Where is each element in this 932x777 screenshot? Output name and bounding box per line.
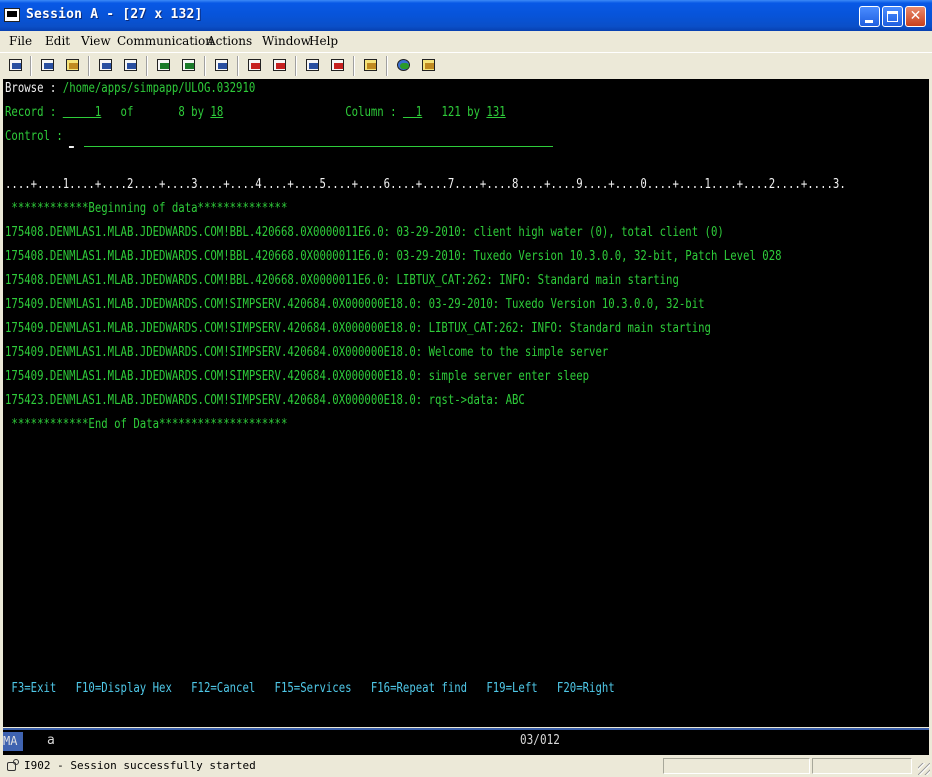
menu-view[interactable]: View [81, 34, 111, 48]
data-line[interactable]: 175409.DENMLAS1.MLAB.JDEDWARDS.COM!SIMPS… [5, 294, 705, 316]
receive-icon[interactable] [121, 56, 141, 76]
maximize-button[interactable] [882, 6, 903, 27]
status-pane [812, 758, 912, 774]
copy-icon[interactable] [38, 56, 58, 76]
macro-icon[interactable] [328, 56, 348, 76]
record-macro-icon[interactable] [245, 56, 265, 76]
browse-row: Browse : /home/apps/simpapp/ULOG.032910 [5, 79, 255, 100]
paste-icon[interactable] [63, 56, 83, 76]
session-letter: a [47, 733, 55, 748]
browse-path: /home/apps/simpapp/ULOG.032910 [62, 81, 256, 96]
record-total: 8 by [178, 105, 204, 120]
control-row: Control : [5, 126, 75, 148]
end-of-data-marker: ************End of Data*****************… [5, 417, 288, 432]
data-line[interactable]: 175408.DENMLAS1.MLAB.JDEDWARDS.COM!BBL.4… [5, 246, 782, 268]
record-input[interactable]: 1 [63, 105, 101, 120]
title-bar[interactable]: Session A - [27 x 132] ✕ [0, 0, 932, 31]
control-input[interactable] [84, 146, 553, 147]
column-label: Column : [345, 105, 397, 120]
record-of-label: of [120, 105, 134, 120]
close-button[interactable]: ✕ [905, 6, 926, 27]
status-bar: I902 - Session successfully started [0, 756, 932, 777]
menu-file[interactable]: File [9, 34, 32, 48]
browse-label: Browse : [5, 81, 57, 96]
clipboard-icon[interactable] [361, 56, 381, 76]
beginning-of-data-marker: ************Beginning of data***********… [5, 201, 288, 216]
record-label: Record : [5, 105, 57, 120]
menu-edit[interactable]: Edit [45, 34, 70, 48]
menu-actions[interactable]: Actions [207, 34, 252, 48]
record-row: Record : 1 of 8 by 18 Column : 1 121 by … [5, 102, 506, 124]
help-icon[interactable] [419, 56, 439, 76]
play-macro-icon[interactable] [270, 56, 290, 76]
color-map-icon[interactable] [179, 56, 199, 76]
connection-icon [6, 759, 20, 772]
terminal-screen[interactable]: Browse : /home/apps/simpapp/ULOG.032910 … [3, 79, 929, 727]
data-line[interactable]: 175408.DENMLAS1.MLAB.JDEDWARDS.COM!BBL.4… [5, 222, 724, 244]
column-width: 131 [486, 105, 506, 120]
emulator-window: Session A - [27 x 132] ✕ File Edit View … [0, 0, 932, 777]
control-label: Control : [5, 129, 63, 144]
close-icon: ✕ [909, 8, 922, 24]
keyboard-map-icon[interactable] [212, 56, 232, 76]
data-line[interactable]: 175409.DENMLAS1.MLAB.JDEDWARDS.COM!SIMPS… [5, 366, 589, 388]
menu-help[interactable]: Help [309, 34, 338, 48]
column-ruler: ....+....1....+....2....+....3....+....4… [5, 177, 846, 192]
globe-icon[interactable] [394, 56, 414, 76]
data-line[interactable]: 175408.DENMLAS1.MLAB.JDEDWARDS.COM!BBL.4… [5, 270, 679, 292]
menu-communication[interactable]: Communication [117, 34, 213, 48]
minimize-button[interactable] [859, 6, 880, 27]
resize-grip-icon[interactable] [918, 763, 930, 775]
session-indicator: MA [3, 732, 23, 751]
column-input[interactable]: 1 [403, 105, 422, 120]
toolbar [0, 52, 932, 79]
window-title: Session A - [27 x 132] [26, 7, 203, 22]
record-width: 18 [210, 105, 224, 120]
text-cursor [69, 146, 75, 148]
stop-macro-icon[interactable] [303, 56, 323, 76]
status-pane [663, 758, 810, 774]
display-icon[interactable] [154, 56, 174, 76]
print-screen-icon[interactable] [6, 56, 26, 76]
data-line[interactable]: 175409.DENMLAS1.MLAB.JDEDWARDS.COM!SIMPS… [5, 318, 711, 340]
data-line[interactable]: 175409.DENMLAS1.MLAB.JDEDWARDS.COM!SIMPS… [5, 342, 608, 364]
status-message: I902 - Session successfully started [24, 759, 256, 772]
send-icon[interactable] [96, 56, 116, 76]
terminal-app-icon[interactable] [4, 8, 20, 22]
cursor-position: 03/012 [520, 733, 560, 748]
menu-window[interactable]: Window [262, 34, 311, 48]
column-total: 121 by [441, 105, 480, 120]
function-key-legend: F3=Exit F10=Display Hex F12=Cancel F15=S… [5, 681, 615, 696]
data-line[interactable]: 175423.DENMLAS1.MLAB.JDEDWARDS.COM!SIMPS… [5, 390, 525, 412]
operator-information-area: MA a 03/012 [3, 728, 929, 755]
menu-bar: File Edit View Communication Actions Win… [0, 31, 932, 51]
